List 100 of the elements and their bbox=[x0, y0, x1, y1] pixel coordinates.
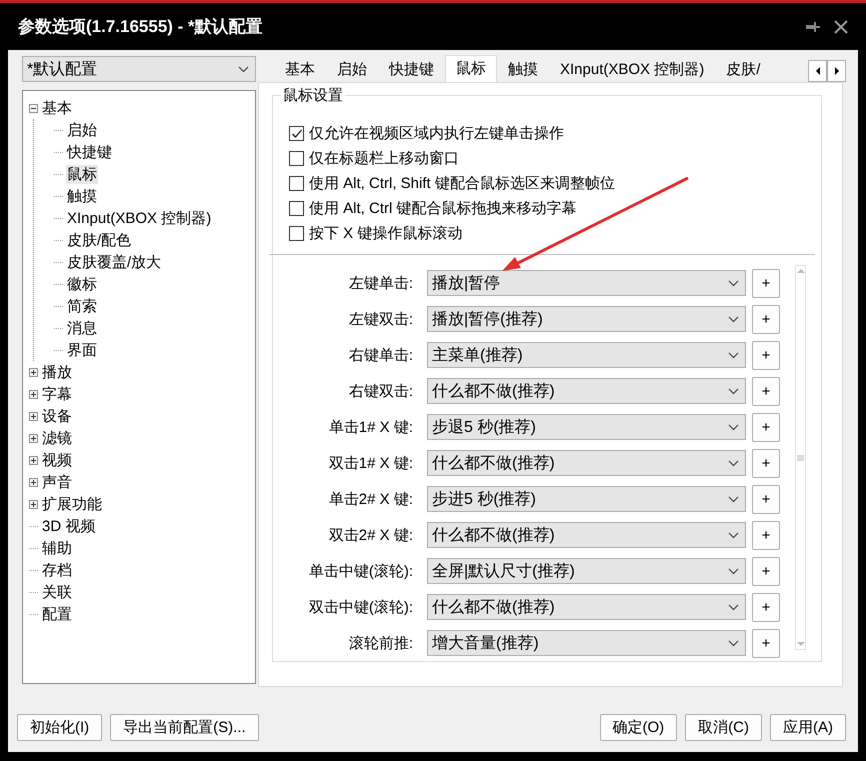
tree-item[interactable]: 字幕 bbox=[41, 384, 73, 404]
action-dropdown[interactable]: 什么都不做(推荐) bbox=[427, 594, 746, 620]
expand-icon[interactable] bbox=[29, 478, 38, 486]
tree-item[interactable]: 声音 bbox=[41, 472, 73, 492]
tree-item[interactable]: 徽标 bbox=[66, 274, 98, 294]
pin-icon[interactable] bbox=[804, 20, 820, 34]
tree-item[interactable]: 鼠标 bbox=[66, 164, 98, 184]
add-button[interactable]: + bbox=[752, 412, 780, 442]
expand-icon[interactable] bbox=[29, 390, 38, 398]
triangle-left-icon bbox=[814, 66, 822, 76]
grip-icon[interactable] bbox=[797, 454, 804, 460]
action-label: 右键单击: bbox=[348, 346, 414, 364]
tree-item[interactable]: 滤镜 bbox=[41, 428, 73, 448]
scroll-right-button[interactable] bbox=[827, 60, 846, 82]
checkbox[interactable] bbox=[289, 226, 304, 241]
tree-item[interactable]: 关联 bbox=[41, 582, 73, 602]
chevron-down-icon bbox=[728, 532, 739, 538]
action-dropdown[interactable]: 播放|暂停(推荐) bbox=[427, 306, 746, 332]
tab[interactable]: 鼠标 bbox=[445, 55, 497, 82]
dialog-button[interactable]: 确定(O) bbox=[600, 714, 678, 741]
scroll-left-button[interactable] bbox=[808, 60, 827, 82]
checkbox[interactable] bbox=[289, 126, 304, 141]
action-dropdown[interactable]: 播放|暂停 bbox=[427, 270, 746, 296]
tree-item[interactable]: 触摸 bbox=[66, 186, 98, 206]
checkbox[interactable] bbox=[289, 201, 304, 216]
add-button[interactable]: + bbox=[752, 484, 780, 514]
tree-item[interactable]: 消息 bbox=[66, 318, 98, 338]
tree-item[interactable]: 基本 bbox=[41, 98, 73, 118]
checkbox[interactable] bbox=[289, 151, 304, 166]
expand-icon[interactable] bbox=[29, 500, 38, 508]
action-dropdown[interactable]: 增大音量(推荐) bbox=[427, 630, 746, 656]
tree-item[interactable]: 配置 bbox=[41, 604, 73, 624]
action-dropdown[interactable]: 什么都不做(推荐) bbox=[427, 378, 746, 404]
tab[interactable]: 皮肤/ bbox=[715, 57, 772, 82]
action-dropdown[interactable]: 全屏|默认尺寸(推荐) bbox=[427, 558, 746, 584]
chevron-down-icon bbox=[728, 496, 739, 502]
add-button[interactable]: + bbox=[752, 304, 780, 334]
checkbox[interactable] bbox=[289, 176, 304, 191]
profile-dropdown[interactable]: *默认配置 bbox=[22, 56, 256, 82]
expand-icon[interactable] bbox=[29, 434, 38, 442]
action-dropdown[interactable]: 步退5 秒(推荐) bbox=[427, 414, 746, 440]
action-dropdown[interactable]: 什么都不做(推荐) bbox=[427, 450, 746, 476]
chevron-down-icon bbox=[728, 316, 739, 322]
chevron-down-icon bbox=[728, 424, 739, 430]
triangle-right-icon bbox=[832, 66, 840, 76]
window-title: 参数选项(1.7.16555) - *默认配置 bbox=[18, 16, 263, 38]
action-label: 单击1# X 键: bbox=[328, 418, 414, 436]
tree-item[interactable]: 皮肤/配色 bbox=[66, 230, 132, 250]
action-label: 左键双击: bbox=[348, 310, 414, 328]
tree-item[interactable]: 播放 bbox=[41, 362, 73, 382]
close-icon[interactable] bbox=[834, 20, 848, 34]
action-label: 双击1# X 键: bbox=[328, 454, 414, 472]
tree-item[interactable]: 启始 bbox=[66, 120, 98, 140]
action-label: 双击中键(滚轮): bbox=[308, 598, 414, 616]
tree-item[interactable]: 扩展功能 bbox=[41, 494, 103, 514]
tab[interactable]: XInput(XBOX 控制器) bbox=[549, 57, 716, 82]
add-button[interactable]: + bbox=[752, 448, 780, 478]
action-dropdown[interactable]: 主菜单(推荐) bbox=[427, 342, 746, 368]
dialog-button[interactable]: 初始化(I) bbox=[17, 714, 102, 741]
expand-icon[interactable] bbox=[29, 456, 38, 464]
checkbox-label: 使用 Alt, Ctrl 键配合鼠标拖拽来移动字幕 bbox=[309, 199, 577, 218]
scrollbar[interactable] bbox=[795, 265, 806, 650]
tree-item[interactable]: 皮肤覆盖/放大 bbox=[66, 252, 162, 272]
expand-icon[interactable] bbox=[29, 412, 38, 420]
add-button[interactable]: + bbox=[752, 556, 780, 586]
add-button[interactable]: + bbox=[752, 268, 780, 298]
add-button[interactable]: + bbox=[752, 592, 780, 622]
tree-item[interactable]: 设备 bbox=[41, 406, 73, 426]
tab[interactable]: 快捷键 bbox=[378, 57, 445, 82]
dialog-button[interactable]: 取消(C) bbox=[685, 714, 762, 741]
action-label: 单击2# X 键: bbox=[328, 490, 414, 508]
tree-item[interactable]: 快捷键 bbox=[66, 142, 113, 162]
dialog-button[interactable]: 应用(A) bbox=[770, 714, 846, 741]
chevron-down-icon bbox=[728, 460, 739, 466]
tree-item[interactable]: 3D 视频 bbox=[41, 516, 96, 536]
action-label: 单击中键(滚轮): bbox=[308, 562, 414, 580]
tab[interactable]: 基本 bbox=[274, 57, 326, 82]
action-dropdown[interactable]: 什么都不做(推荐) bbox=[427, 522, 746, 548]
chevron-down-icon bbox=[728, 568, 739, 574]
tab[interactable]: 启始 bbox=[326, 57, 378, 82]
add-button[interactable]: + bbox=[752, 340, 780, 370]
chevron-down-icon bbox=[728, 604, 739, 610]
add-button[interactable]: + bbox=[752, 520, 780, 550]
chevron-down-icon bbox=[728, 352, 739, 358]
tree-item[interactable]: 视频 bbox=[41, 450, 73, 470]
collapse-icon[interactable] bbox=[29, 104, 38, 112]
checkbox-label: 按下 X 键操作鼠标滚动 bbox=[309, 224, 462, 243]
tree-item[interactable]: XInput(XBOX 控制器) bbox=[66, 208, 212, 228]
checkbox-label: 仅允许在视频区域内执行左键单击操作 bbox=[309, 124, 564, 143]
tab[interactable]: 触摸 bbox=[497, 57, 549, 82]
tree-item[interactable]: 简索 bbox=[66, 296, 98, 316]
tree-item[interactable]: 辅助 bbox=[41, 538, 73, 558]
dialog-button[interactable]: 导出当前配置(S)... bbox=[110, 714, 259, 741]
expand-icon[interactable] bbox=[29, 368, 38, 376]
add-button[interactable]: + bbox=[752, 628, 780, 658]
add-button[interactable]: + bbox=[752, 376, 780, 406]
tree-item[interactable]: 界面 bbox=[66, 340, 98, 360]
tree-item[interactable]: 存档 bbox=[41, 560, 73, 580]
chevron-down-icon bbox=[728, 280, 739, 286]
action-dropdown[interactable]: 步进5 秒(推荐) bbox=[427, 486, 746, 512]
